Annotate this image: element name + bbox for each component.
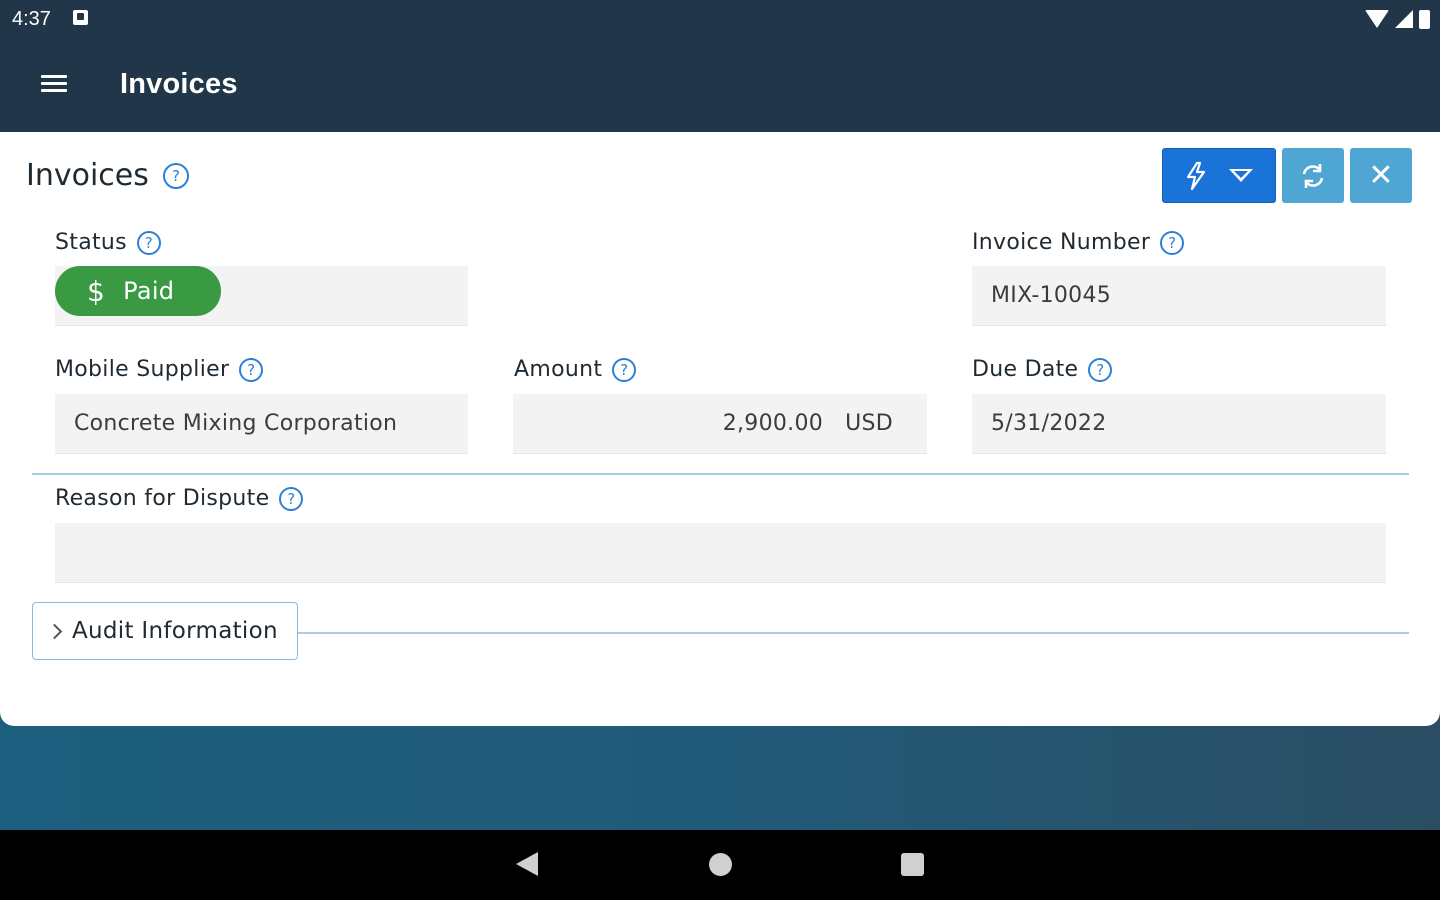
due-date-label: Due Date ? [972,357,1113,382]
due-date-field[interactable]: 5/31/2022 [972,394,1386,454]
mobile-supplier-value: Concrete Mixing Corporation [74,411,398,436]
invoice-number-label: Invoice Number ? [972,230,1185,255]
recents-icon[interactable] [901,853,924,876]
battery-icon [1419,9,1430,29]
audit-information-label: Audit Information [72,618,278,644]
amount-currency: USD [845,411,893,436]
amount-label: Amount ? [514,357,637,382]
top-bar: 4:37 Invoices [0,0,1440,132]
navigation-bar [0,830,1440,900]
home-icon[interactable] [709,853,732,876]
caret-down-icon [1229,169,1253,182]
status-field[interactable]: $ Paid [55,266,468,326]
due-date-label-text: Due Date [972,357,1079,382]
invoice-number-label-text: Invoice Number [972,230,1151,255]
status-value: Paid [123,277,175,305]
invoice-card: Invoices ? ✕ Status ? $ Paid Invoice Num… [0,132,1440,726]
due-date-help-icon[interactable]: ? [1088,357,1113,382]
close-button[interactable]: ✕ [1350,148,1412,203]
app-bar-title: Invoices [120,68,238,100]
reason-for-dispute-help-icon[interactable]: ? [279,486,304,511]
mobile-supplier-help-icon[interactable]: ? [239,357,264,382]
invoice-number-help-icon[interactable]: ? [1160,230,1185,255]
mobile-supplier-field[interactable]: Concrete Mixing Corporation [55,394,468,454]
status-label: Status ? [55,230,161,255]
page-title: Invoices [26,158,149,193]
refresh-button[interactable] [1282,148,1344,203]
back-icon[interactable] [516,852,538,876]
amount-field[interactable]: 2,900.00 USD [513,394,927,454]
invoice-number-value: MIX-10045 [991,283,1112,308]
hamburger-menu-icon[interactable] [38,72,70,100]
refresh-icon [1302,163,1324,188]
chevron-right-icon [46,623,63,639]
amount-label-text: Amount [514,357,603,382]
mobile-supplier-label: Mobile Supplier ? [55,357,264,382]
close-icon: ✕ [1368,159,1394,192]
lightning-icon [1186,161,1206,190]
actions-menu-button[interactable] [1162,148,1276,203]
amount-help-icon[interactable]: ? [612,357,637,382]
dollar-icon: $ [87,274,106,308]
section-divider [32,473,1409,475]
reason-for-dispute-field[interactable] [55,523,1386,583]
status-badge: $ Paid [55,266,221,316]
wifi-icon [1365,10,1389,28]
status-time: 4:37 [12,8,51,30]
toolbar: ✕ [1162,148,1412,203]
status-help-icon[interactable]: ? [136,230,161,255]
signal-icon [1395,10,1413,28]
mobile-supplier-label-text: Mobile Supplier [55,357,230,382]
reason-for-dispute-label: Reason for Dispute ? [55,486,304,511]
audit-information-toggle[interactable]: Audit Information [32,602,298,660]
notification-icon [73,10,88,25]
reason-for-dispute-label-text: Reason for Dispute [55,486,270,511]
due-date-value: 5/31/2022 [991,411,1107,436]
amount-value: 2,900.00 [722,411,824,436]
page-help-icon[interactable]: ? [163,163,189,189]
audit-divider [298,632,1409,634]
status-icons [1365,8,1430,30]
status-label-text: Status [55,230,127,255]
invoice-number-field[interactable]: MIX-10045 [972,266,1386,326]
